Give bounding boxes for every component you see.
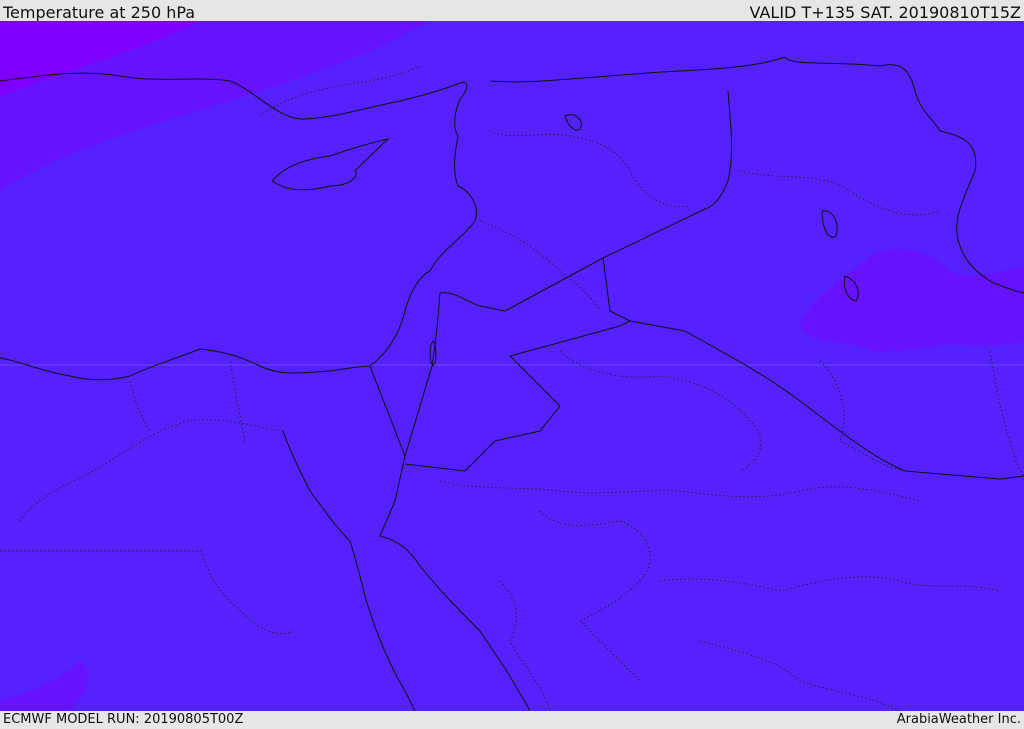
model-run-label: ECMWF MODEL RUN: 20190805T00Z (3, 712, 244, 727)
credit-label: ArabiaWeather Inc. (896, 712, 1021, 727)
weather-map-frame: Temperature at 250 hPa VALID T+135 SAT. … (0, 0, 1024, 729)
temperature-map (0, 21, 1024, 711)
map-header: Temperature at 250 hPa VALID T+135 SAT. … (0, 0, 1024, 22)
map-svg (0, 21, 1024, 711)
map-title: Temperature at 250 hPa (3, 3, 196, 22)
map-footer: ECMWF MODEL RUN: 20190805T00Z ArabiaWeat… (0, 711, 1024, 729)
valid-time: VALID T+135 SAT. 20190810T15Z (749, 3, 1021, 22)
